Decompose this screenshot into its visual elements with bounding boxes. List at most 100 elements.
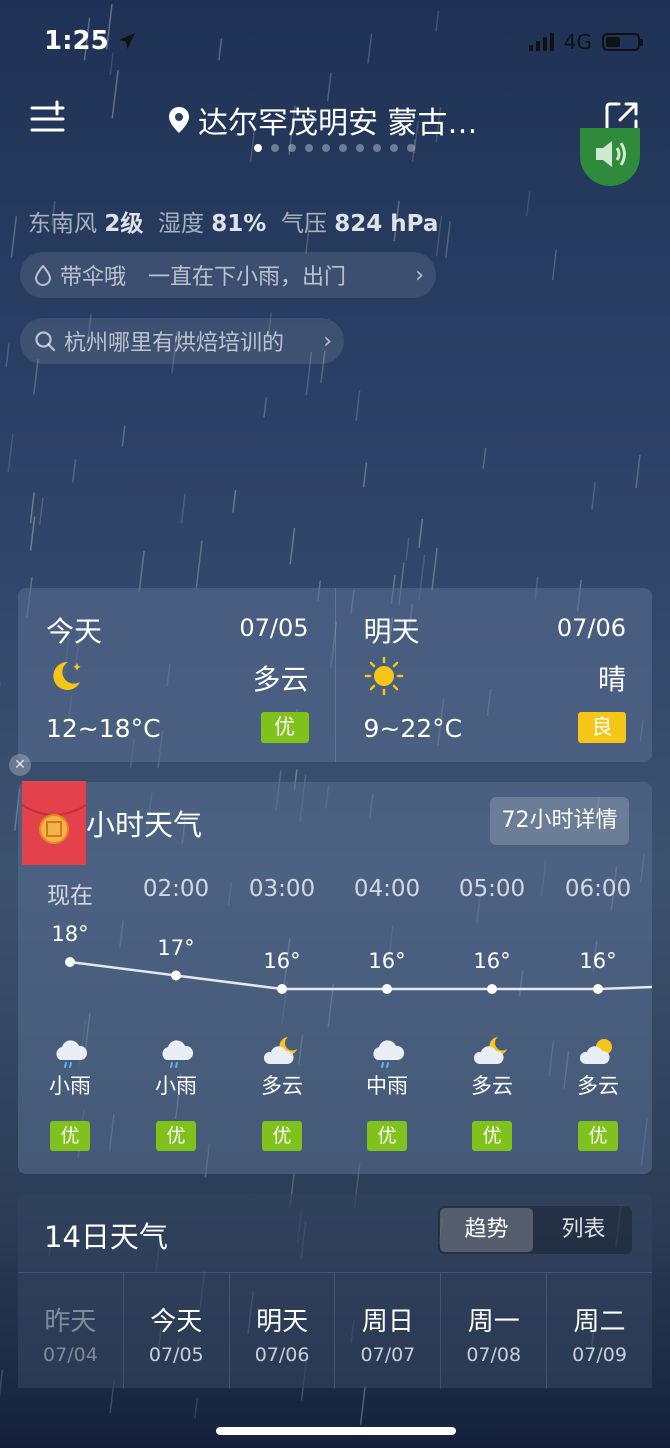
tab-trend[interactable]: 趋势	[440, 1208, 533, 1252]
page-dot	[271, 144, 279, 152]
forecast-title: 14日天气	[44, 1220, 168, 1254]
aqi-badge: 优	[262, 1121, 302, 1151]
forecast-day[interactable]: 明天 07/06	[228, 1273, 335, 1389]
search-icon	[35, 331, 56, 352]
page-dot	[322, 144, 330, 152]
hourly-title: 小时天气	[86, 808, 203, 842]
forecast-day[interactable]: 今天 07/05	[122, 1273, 229, 1389]
voice-broadcast-button[interactable]	[580, 128, 640, 186]
day-name: 明天	[363, 615, 420, 648]
day-temp-range: 9~22°C	[363, 714, 463, 743]
hour-time: 04:00	[353, 876, 421, 902]
hour-temp: 17°	[157, 935, 195, 960]
hour-temp: 16°	[368, 949, 406, 973]
forecast-day-name: 周日	[361, 1307, 414, 1337]
forecast-day[interactable]: 周一 07/08	[440, 1273, 546, 1389]
forecast-day-date: 07/08	[466, 1344, 522, 1366]
page-indicator	[254, 144, 415, 152]
page-dot	[390, 144, 398, 152]
location-name: 达尔罕茂明安 蒙古…	[198, 106, 478, 141]
cloudy-night-icon	[440, 1034, 544, 1068]
hour-aqi-badge: 优	[546, 1121, 650, 1151]
weather-tip-text: 带伞哦 一直在下小雨，出门	[60, 265, 347, 290]
hour-time: 05:00	[458, 876, 526, 902]
map-pin-icon	[169, 107, 189, 133]
hour-time: 03:00	[248, 876, 316, 902]
network-label: 4G	[563, 30, 592, 54]
day-temp-range: 12~18°C	[46, 714, 161, 743]
cloudy-night-icon	[230, 1034, 334, 1068]
page-dot	[407, 144, 415, 152]
raindrop-icon	[34, 264, 52, 286]
page-dot	[373, 144, 381, 152]
forecast-day-date: 07/06	[254, 1344, 310, 1366]
search-suggestion-text: 杭州哪里有烘焙培训的	[64, 331, 285, 356]
tab-list[interactable]: 列表	[537, 1208, 630, 1252]
pressure-label: 气压	[280, 211, 327, 237]
hour-condition: 小雨	[155, 1074, 197, 1098]
hour-aqi-badge: 优	[440, 1121, 544, 1151]
search-suggestion-pill[interactable]: 杭州哪里有烘焙培训的 ›	[20, 318, 344, 364]
humidity-value: 81%	[211, 211, 267, 237]
home-indicator[interactable]	[216, 1427, 456, 1435]
two-day-card: 今天 07/05 多云 12~18°C 优 明天 07/06 晴 9~22°C …	[18, 588, 652, 762]
aqi-badge: 优	[156, 1121, 196, 1151]
rain-cloud-icon	[18, 1034, 122, 1068]
signal-icon	[528, 33, 554, 51]
aqi-badge: 优	[578, 1121, 618, 1151]
speaker-icon	[596, 141, 626, 167]
forecast-day-name: 周二	[573, 1307, 626, 1337]
hour-temp: 18°	[51, 922, 89, 946]
aqi-badge: 优	[50, 1121, 90, 1151]
hour-condition: 多云	[471, 1074, 513, 1098]
status-time: 1:25	[44, 26, 136, 56]
forecast-day-date: 07/07	[360, 1344, 416, 1366]
pressure-value: 824 hPa	[334, 211, 439, 237]
red-packet-ad[interactable]	[21, 781, 87, 865]
forecast-day[interactable]: 周日 07/07	[334, 1273, 440, 1389]
aqi-badge: 优	[260, 712, 309, 743]
72h-detail-button[interactable]: 72小时详情	[490, 797, 629, 845]
page-dot	[356, 144, 364, 152]
forecast-day[interactable]: 周二 07/09	[546, 1273, 652, 1389]
forecast-day-row: 昨天 07/04 今天 07/05 明天 07/06 周日 07/07 周一 07/08 周二 07/…	[18, 1272, 652, 1389]
hour-condition: 多云	[261, 1074, 303, 1098]
hour-condition: 中雨	[366, 1074, 408, 1098]
wind-label: 东南风	[28, 211, 97, 237]
forecast-day-name: 今天	[150, 1307, 203, 1337]
day-date: 07/06	[556, 614, 626, 642]
red-packet-icon	[21, 804, 87, 844]
forecast-day-name: 明天	[256, 1307, 309, 1337]
hour-time: 06:00	[564, 876, 632, 902]
battery-icon	[602, 33, 643, 51]
sun-icon	[364, 656, 403, 696]
wind-value: 2级	[104, 211, 144, 237]
weather-tip-pill[interactable]: 带伞哦 一直在下小雨，出门 ›	[20, 252, 436, 298]
hour-temp: 16°	[263, 949, 301, 973]
humidity-label: 湿度	[157, 211, 204, 237]
tomorrow-summary[interactable]: 明天 07/06 晴 9~22°C 良	[334, 588, 653, 762]
day-date: 07/05	[239, 614, 309, 642]
current-conditions: 东南风 2级 湿度 81% 气压 824 hPa	[28, 204, 438, 238]
chevron-right-icon: ›	[415, 262, 424, 288]
aqi-badge: 优	[472, 1121, 512, 1151]
close-ad-icon[interactable]: ✕	[9, 754, 31, 776]
forecast-day-name: 昨天	[44, 1307, 97, 1337]
hour-time: 02:00	[142, 876, 210, 902]
page-dot	[254, 144, 262, 152]
page-dot	[339, 144, 347, 152]
page-dot	[305, 144, 313, 152]
day-name: 今天	[46, 615, 103, 648]
location-title[interactable]: 达尔罕茂明安 蒙古…	[168, 98, 478, 142]
today-summary[interactable]: 今天 07/05 多云 12~18°C 优	[18, 588, 335, 762]
rain-cloud-icon	[335, 1034, 439, 1068]
forecast-day-date: 07/09	[572, 1344, 627, 1366]
forecast-day[interactable]: 昨天 07/04	[18, 1273, 123, 1389]
hour-condition: 多云	[577, 1074, 619, 1098]
forecast-view-toggle: 趋势 列表	[438, 1206, 632, 1254]
hour-aqi-badge: 优	[18, 1121, 122, 1151]
hour-aqi-badge: 优	[124, 1121, 228, 1151]
hour-aqi-badge: 优	[230, 1121, 334, 1151]
city-manage-icon[interactable]	[30, 100, 66, 136]
hour-aqi-badge: 优	[335, 1121, 439, 1151]
